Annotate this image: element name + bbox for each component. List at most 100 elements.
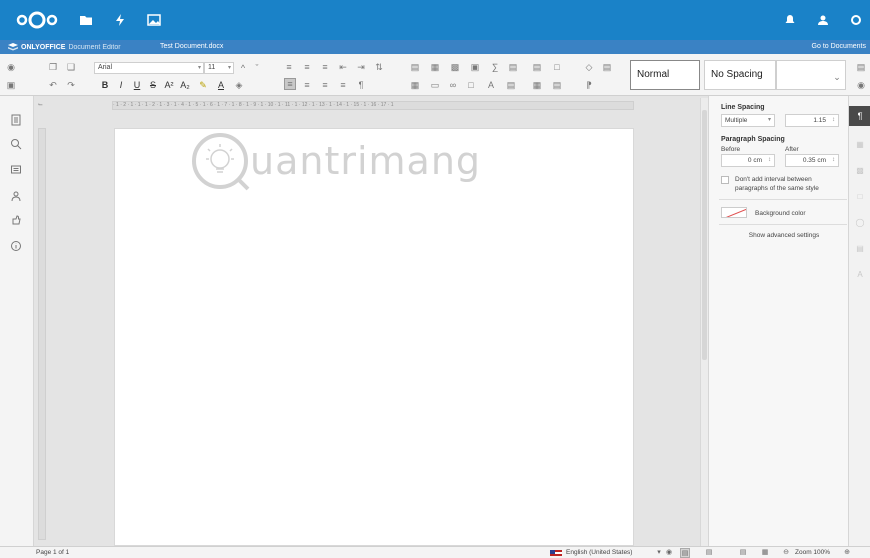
align-right-icon[interactable]: ≡ — [320, 80, 330, 90]
paragraph-mark-icon[interactable]: ¶ — [356, 80, 366, 90]
increase-indent-icon[interactable]: ⇥ — [356, 62, 366, 72]
text-art-icon[interactable]: A — [486, 80, 496, 90]
columns-icon[interactable]: ▤ — [506, 80, 516, 90]
justify-icon[interactable]: ≡ — [338, 80, 348, 90]
contacts-icon[interactable] — [815, 12, 831, 28]
spinner-icon[interactable]: ↕ — [832, 155, 835, 166]
insert-columns-icon[interactable]: ▤ — [552, 80, 562, 90]
margins-icon[interactable]: ▦ — [532, 80, 542, 90]
zoom-in-icon[interactable]: ⊕ — [842, 548, 852, 558]
font-size-select[interactable]: 11 ▾ — [204, 62, 234, 74]
multilevel-list-icon[interactable]: ≡ — [320, 62, 330, 72]
horizontal-ruler[interactable]: · 1 · 2 · 1 · 1 · 1 · 2 · 1 · 3 · 1 · 4 … — [112, 101, 634, 110]
document-language[interactable]: English (United States) — [566, 547, 632, 558]
fit-width-icon[interactable]: ▦ — [760, 548, 770, 558]
clear-style-icon[interactable]: ◇ — [584, 62, 594, 72]
chat-users-icon[interactable] — [10, 190, 22, 202]
spinner-icon[interactable]: ↕ — [768, 155, 771, 166]
insert-image-icon[interactable]: ▦ — [430, 62, 440, 72]
shape-settings-icon[interactable]: ◯ — [855, 218, 865, 228]
document-vertical-scrollbar[interactable] — [700, 98, 708, 546]
nextcloud-logo[interactable] — [16, 10, 58, 30]
advanced-settings-icon[interactable]: ◉ — [856, 80, 866, 90]
style-normal[interactable]: Normal — [630, 60, 700, 90]
copy-icon[interactable]: ❐ — [48, 62, 58, 72]
align-center-icon[interactable]: ≡ — [302, 80, 312, 90]
line-spacing-type-select[interactable]: Multiple ▾ — [721, 114, 775, 127]
decrease-indent-icon[interactable]: ⇤ — [338, 62, 348, 72]
paragraph-fill-icon[interactable]: ◈ — [234, 80, 244, 90]
review-icon[interactable]: ▤ — [704, 548, 714, 558]
table-settings-icon[interactable]: ▦ — [855, 140, 865, 150]
font-color-icon[interactable]: A — [216, 80, 226, 90]
line-spacing-icon[interactable]: ⇅ — [374, 62, 384, 72]
fit-page-icon[interactable]: ▤ — [738, 548, 748, 558]
underline-icon[interactable]: U — [132, 80, 142, 90]
spinner-icon[interactable]: ↕ — [832, 115, 835, 126]
chart-settings-icon[interactable]: ▤ — [855, 244, 865, 254]
feedback-icon[interactable] — [10, 214, 22, 226]
insert-table-icon[interactable]: ▦ — [410, 80, 420, 90]
formula-icon[interactable]: ∑ — [490, 62, 500, 72]
image-settings-icon[interactable]: ▩ — [855, 166, 865, 176]
comments-icon[interactable] — [10, 164, 22, 176]
chevron-down-icon[interactable]: ▾ — [654, 548, 664, 558]
page-orientation-icon[interactable]: ▤ — [532, 62, 542, 72]
zoom-out-icon[interactable]: ⊖ — [781, 548, 791, 558]
search-icon[interactable] — [10, 138, 22, 150]
print-icon[interactable]: ◉ — [6, 62, 16, 72]
header-footer-settings-icon[interactable]: □ — [855, 192, 865, 202]
copy-style-icon[interactable]: ▤ — [602, 62, 612, 72]
page-size-icon[interactable]: □ — [552, 62, 562, 72]
decrease-font-icon[interactable]: ˇ — [252, 63, 262, 73]
subscript-icon[interactable]: A₂ — [180, 80, 190, 90]
notifications-icon[interactable] — [782, 12, 798, 28]
increase-font-icon[interactable]: ^ — [238, 63, 248, 73]
track-changes-icon[interactable]: ▤ — [680, 548, 690, 558]
file-icon[interactable] — [10, 114, 22, 126]
show-advanced-settings-link[interactable]: Show advanced settings — [721, 232, 847, 239]
paste-icon[interactable]: ❑ — [66, 62, 76, 72]
go-to-documents-link[interactable]: Go to Documents — [812, 43, 866, 50]
eyedropper-icon[interactable]: ⁋ — [584, 80, 594, 90]
ruler-corner-tab-icon[interactable]: ⌙ — [38, 101, 46, 110]
line-spacing-value-input[interactable]: 1.15 ↕ — [785, 114, 839, 127]
page-count[interactable]: Page 1 of 1 — [36, 547, 69, 558]
redo-icon[interactable]: ↷ — [66, 80, 76, 90]
highlight-color-icon[interactable]: ✎ — [198, 80, 208, 90]
page-break-icon[interactable]: ▤ — [410, 62, 420, 72]
files-icon[interactable] — [78, 12, 94, 28]
background-color-swatch[interactable] — [721, 207, 747, 218]
spell-check-icon[interactable]: ◉ — [664, 548, 674, 558]
save-icon[interactable]: ▣ — [6, 80, 16, 90]
insert-text-box-icon[interactable]: □ — [466, 80, 476, 90]
settings-icon[interactable] — [848, 12, 864, 28]
gallery-icon[interactable] — [146, 12, 162, 28]
vertical-ruler[interactable] — [38, 128, 46, 540]
text-art-settings-icon[interactable]: A — [855, 270, 865, 280]
scrollbar-thumb[interactable] — [702, 110, 707, 360]
hyperlink-icon[interactable]: ∞ — [448, 80, 458, 90]
paragraph-settings-tab-icon[interactable]: ¶ — [849, 106, 870, 126]
strikethrough-icon[interactable]: S — [148, 80, 158, 90]
superscript-icon[interactable]: A² — [164, 80, 174, 90]
header-footer-icon[interactable]: ▣ — [470, 62, 480, 72]
view-settings-icon[interactable]: ▤ — [856, 62, 866, 72]
insert-chart-icon[interactable]: ▩ — [450, 62, 460, 72]
dont-add-interval-checkbox[interactable] — [721, 176, 729, 184]
spacing-before-input[interactable]: 0 cm ↕ — [721, 154, 775, 167]
style-no-spacing[interactable]: No Spacing — [704, 60, 776, 90]
activity-icon[interactable] — [112, 12, 128, 28]
insert-shape-icon[interactable]: ▭ — [430, 80, 440, 90]
spacing-after-input[interactable]: 0.35 cm ↕ — [785, 154, 839, 167]
font-name-select[interactable]: Arial ▾ — [94, 62, 204, 74]
align-left-icon[interactable]: ≡ — [284, 78, 296, 90]
bullets-icon[interactable]: ≡ — [284, 62, 294, 72]
bold-icon[interactable]: B — [100, 80, 110, 90]
insert-symbol-icon[interactable]: ▤ — [508, 62, 518, 72]
styles-expand-chevron-down-icon[interactable]: ⌄ — [832, 72, 842, 82]
about-info-icon[interactable] — [10, 240, 22, 252]
italic-icon[interactable]: I — [116, 80, 126, 90]
numbering-icon[interactable]: ≡ — [302, 62, 312, 72]
undo-icon[interactable]: ↶ — [48, 80, 58, 90]
